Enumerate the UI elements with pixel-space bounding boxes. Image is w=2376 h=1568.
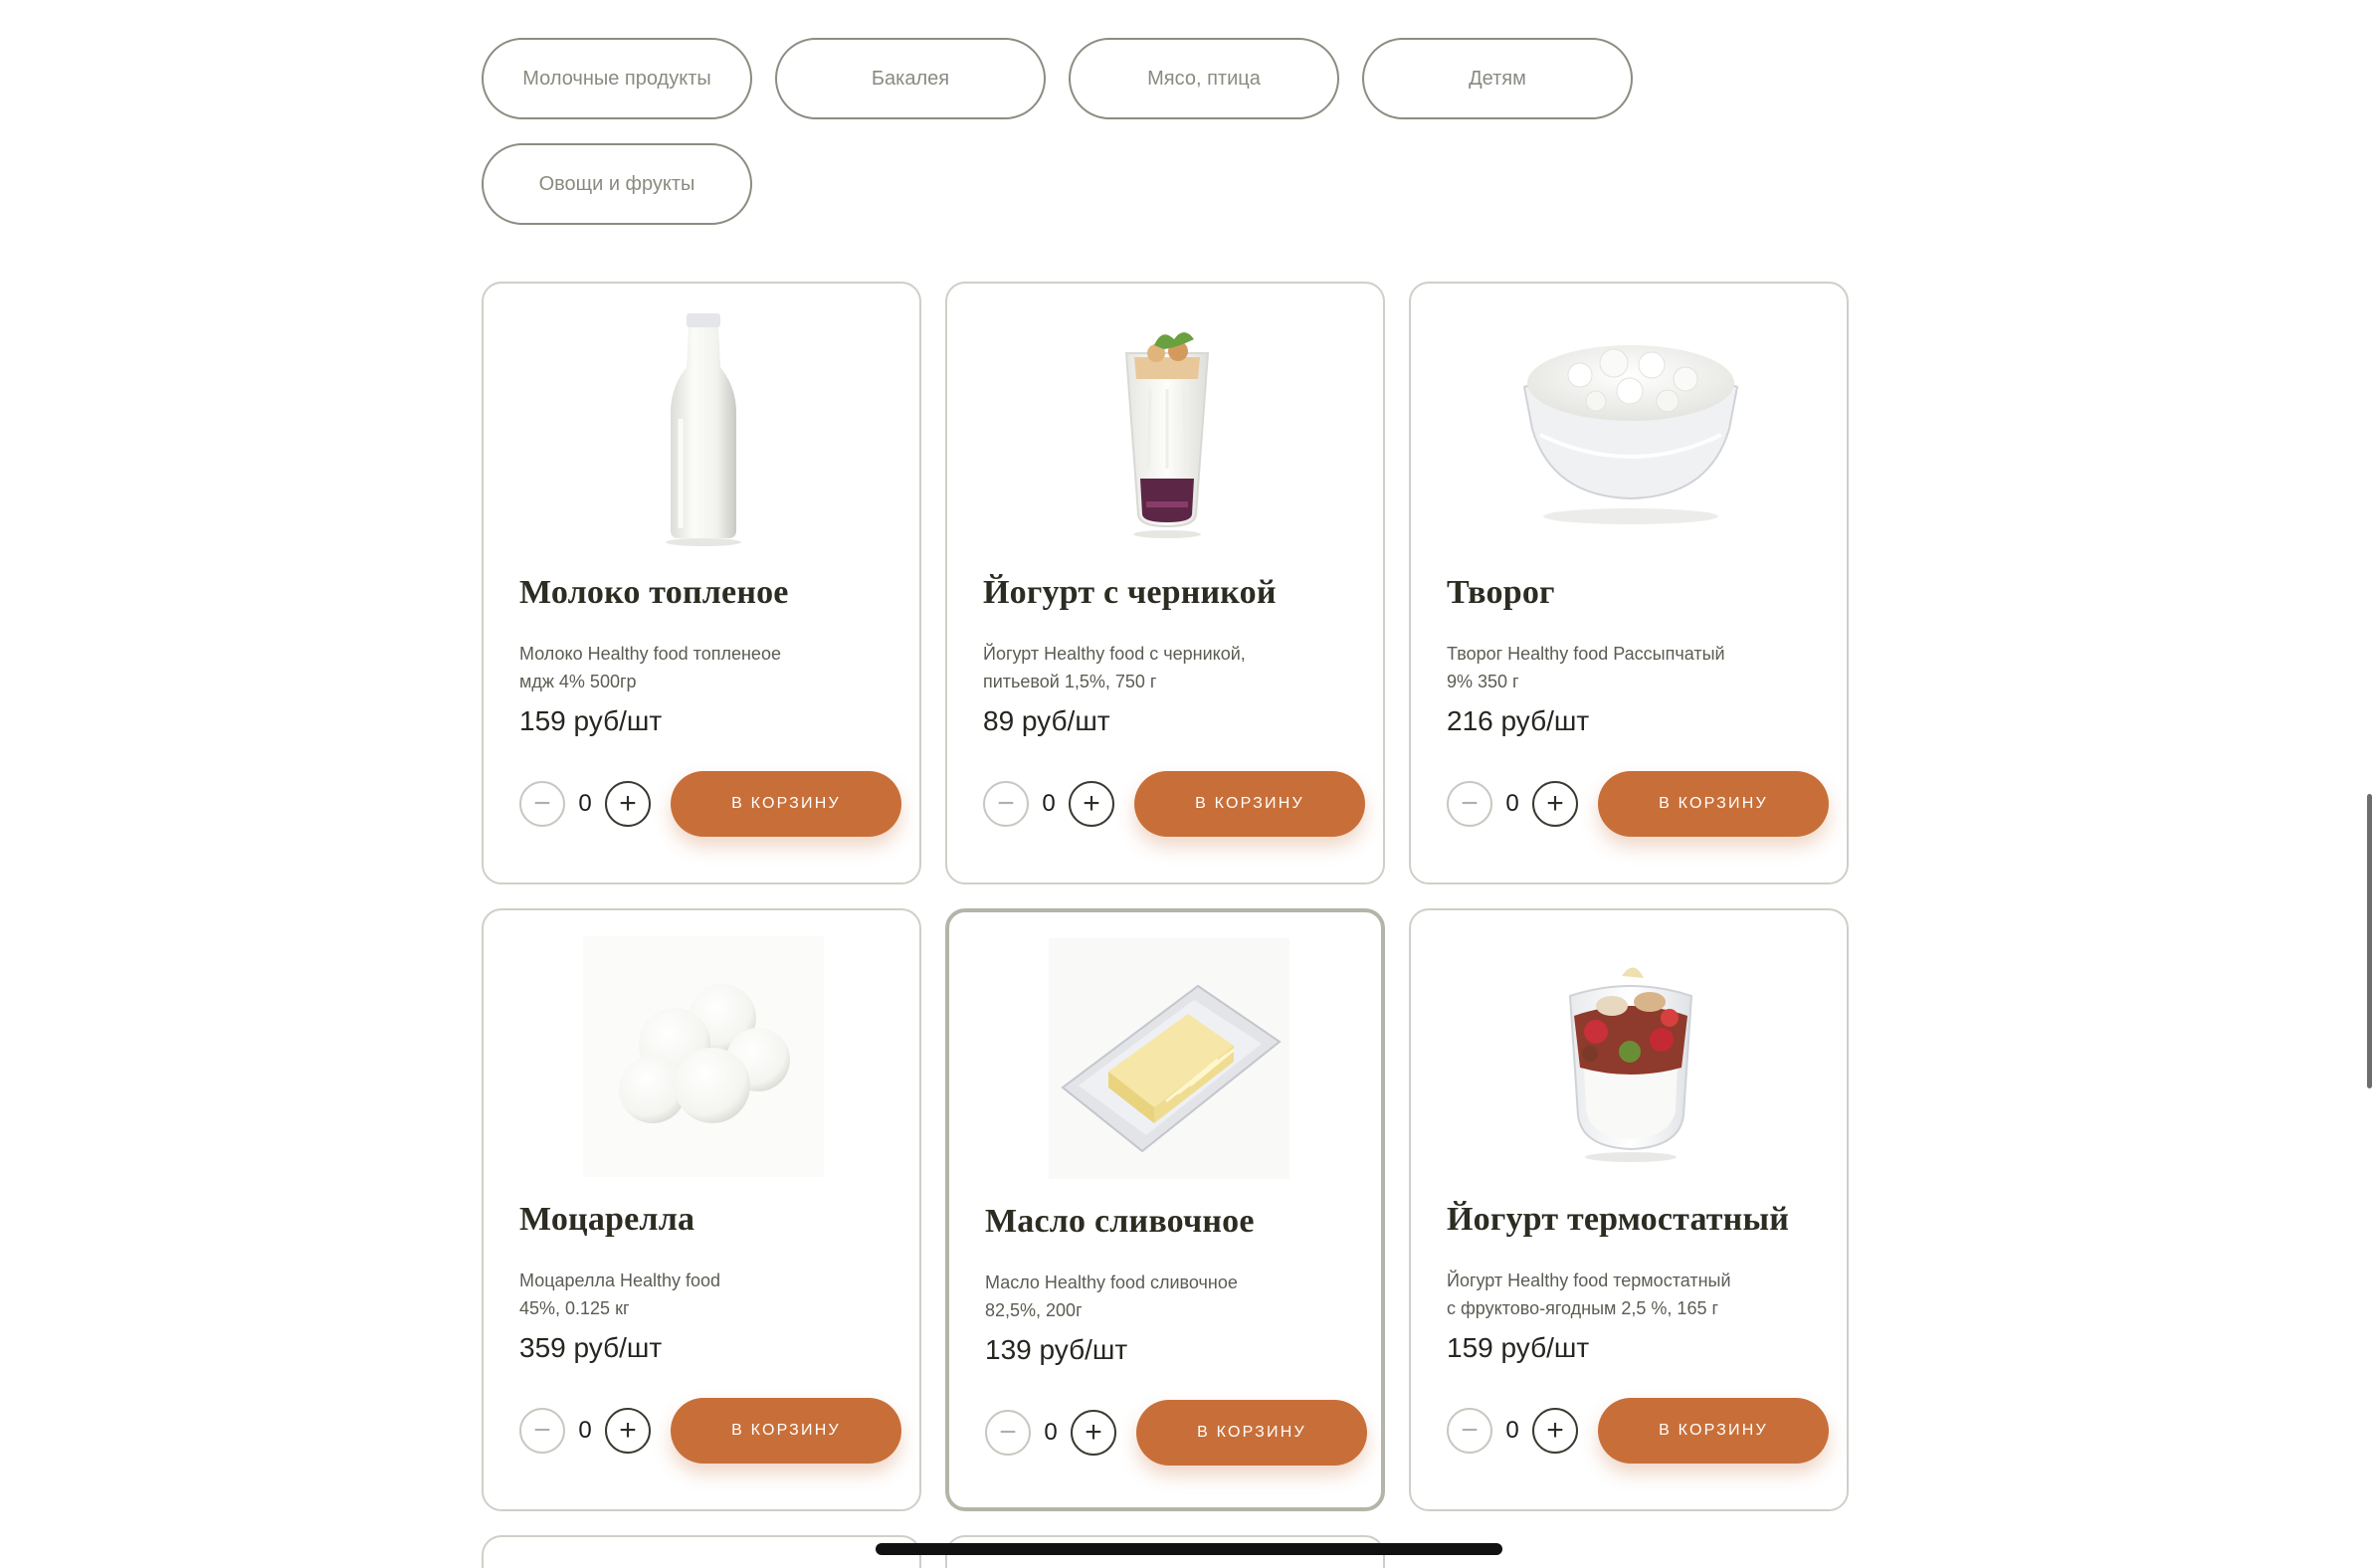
minus-icon: − bbox=[1461, 1414, 1479, 1447]
plus-icon: + bbox=[619, 787, 637, 820]
product-title: Йогурт с черникой bbox=[983, 574, 1277, 611]
catalog-page: Молочные продукты Бакалея Мясо, птица Де… bbox=[0, 0, 2376, 1568]
decrease-quantity-button[interactable]: − bbox=[985, 1410, 1031, 1456]
product-description: Творог Healthy food Рассыпчатый 9% 350 г bbox=[1447, 644, 1725, 691]
add-to-cart-button[interactable]: В КОРЗИНУ bbox=[1598, 1398, 1829, 1464]
product-grid: Молоко топленое Молоко Healthy food топл… bbox=[482, 282, 1849, 1511]
mozzarella-image bbox=[583, 936, 824, 1177]
product-title: Йогурт термостатный bbox=[1447, 1201, 1789, 1238]
decrease-quantity-button[interactable]: − bbox=[1447, 1408, 1492, 1454]
scrollbar[interactable] bbox=[2367, 794, 2372, 1088]
product-description: Йогурт Healthy food термостатный с фрукт… bbox=[1447, 1271, 1731, 1318]
quantity-stepper: − 0 + bbox=[519, 781, 651, 827]
increase-quantity-button[interactable]: + bbox=[1532, 1408, 1578, 1454]
category-chip-dairy[interactable]: Молочные продукты bbox=[482, 38, 752, 119]
plus-icon: + bbox=[619, 1414, 637, 1447]
product-card-butter[interactable]: Масло сливочное Масло Healthy food сливо… bbox=[945, 908, 1385, 1511]
product-description: Йогурт Healthy food с черникой, питьевой… bbox=[983, 644, 1246, 691]
product-card-mozzarella[interactable]: Моцарелла Моцарелла Healthy food 45%, 0.… bbox=[482, 908, 921, 1511]
product-price: 159 руб/шт bbox=[1447, 1332, 1590, 1363]
blueberry-yogurt-image bbox=[1047, 309, 1287, 550]
quantity-value: 0 bbox=[578, 1417, 592, 1444]
butter-image bbox=[1049, 938, 1289, 1179]
fruit-yogurt-image bbox=[1510, 936, 1751, 1177]
product-price: 89 руб/шт bbox=[983, 705, 1110, 736]
increase-quantity-button[interactable]: + bbox=[1069, 781, 1114, 827]
quantity-value: 0 bbox=[1044, 1419, 1058, 1446]
decrease-quantity-button[interactable]: − bbox=[519, 781, 565, 827]
product-description: Молоко Healthy food топленеое мдж 4% 500… bbox=[519, 644, 781, 691]
increase-quantity-button[interactable]: + bbox=[1532, 781, 1578, 827]
product-price: 139 руб/шт bbox=[985, 1334, 1128, 1365]
milk-bottle-image bbox=[583, 309, 824, 550]
increase-quantity-button[interactable]: + bbox=[1071, 1410, 1116, 1456]
category-chip-kids[interactable]: Детям bbox=[1362, 38, 1633, 119]
category-chip-vegetables[interactable]: Овощи и фрукты bbox=[482, 143, 752, 225]
product-card-blueberry-yogurt[interactable]: Йогурт с черникой Йогурт Healthy food с … bbox=[945, 282, 1385, 884]
plus-icon: + bbox=[1546, 1414, 1564, 1447]
home-indicator[interactable] bbox=[876, 1543, 1502, 1555]
product-description: Моцарелла Healthy food 45%, 0.125 кг bbox=[519, 1271, 721, 1318]
product-title: Молоко топленое bbox=[519, 574, 789, 611]
decrease-quantity-button[interactable]: − bbox=[1447, 781, 1492, 827]
minus-icon: − bbox=[533, 1414, 551, 1447]
quantity-stepper: − 0 + bbox=[985, 1410, 1116, 1456]
add-to-cart-button[interactable]: В КОРЗИНУ bbox=[1134, 771, 1365, 837]
decrease-quantity-button[interactable]: − bbox=[519, 1408, 565, 1454]
plus-icon: + bbox=[1083, 787, 1100, 820]
quantity-stepper: − 0 + bbox=[1447, 1408, 1578, 1454]
product-title: Масло сливочное bbox=[985, 1203, 1255, 1240]
increase-quantity-button[interactable]: + bbox=[605, 781, 651, 827]
quantity-value: 0 bbox=[1505, 790, 1519, 817]
quantity-value: 0 bbox=[1042, 790, 1056, 817]
product-price: 216 руб/шт bbox=[1447, 705, 1590, 736]
add-to-cart-button[interactable]: В КОРЗИНУ bbox=[671, 771, 901, 837]
product-price: 159 руб/шт bbox=[519, 705, 663, 736]
add-to-cart-button[interactable]: В КОРЗИНУ bbox=[1598, 771, 1829, 837]
category-filter-list: Молочные продукты Бакалея Мясо, птица Де… bbox=[482, 38, 1676, 225]
minus-icon: − bbox=[997, 787, 1015, 820]
product-title: Творог bbox=[1447, 574, 1555, 611]
minus-icon: − bbox=[1461, 787, 1479, 820]
category-chip-meat[interactable]: Мясо, птица bbox=[1069, 38, 1339, 119]
plus-icon: + bbox=[1085, 1416, 1102, 1449]
product-card-milk[interactable]: Молоко топленое Молоко Healthy food топл… bbox=[482, 282, 921, 884]
decrease-quantity-button[interactable]: − bbox=[983, 781, 1029, 827]
product-card-fruit-yogurt[interactable]: Йогурт термостатный Йогурт Healthy food … bbox=[1409, 908, 1849, 1511]
add-to-cart-button[interactable]: В КОРЗИНУ bbox=[671, 1398, 901, 1464]
quantity-stepper: − 0 + bbox=[1447, 781, 1578, 827]
cottage-cheese-image bbox=[1510, 309, 1751, 550]
increase-quantity-button[interactable]: + bbox=[605, 1408, 651, 1454]
plus-icon: + bbox=[1546, 787, 1564, 820]
product-title: Моцарелла bbox=[519, 1201, 695, 1238]
minus-icon: − bbox=[533, 787, 551, 820]
quantity-stepper: − 0 + bbox=[983, 781, 1114, 827]
quantity-stepper: − 0 + bbox=[519, 1408, 651, 1454]
product-price: 359 руб/шт bbox=[519, 1332, 663, 1363]
quantity-value: 0 bbox=[578, 790, 592, 817]
category-chip-grocery[interactable]: Бакалея bbox=[775, 38, 1046, 119]
add-to-cart-button[interactable]: В КОРЗИНУ bbox=[1136, 1400, 1367, 1466]
product-card-partial[interactable] bbox=[482, 1535, 921, 1568]
product-description: Масло Healthy food сливочное 82,5%, 200г bbox=[985, 1273, 1238, 1320]
product-card-cottage-cheese[interactable]: Творог Творог Healthy food Рассыпчатый 9… bbox=[1409, 282, 1849, 884]
minus-icon: − bbox=[999, 1416, 1017, 1449]
quantity-value: 0 bbox=[1505, 1417, 1519, 1444]
